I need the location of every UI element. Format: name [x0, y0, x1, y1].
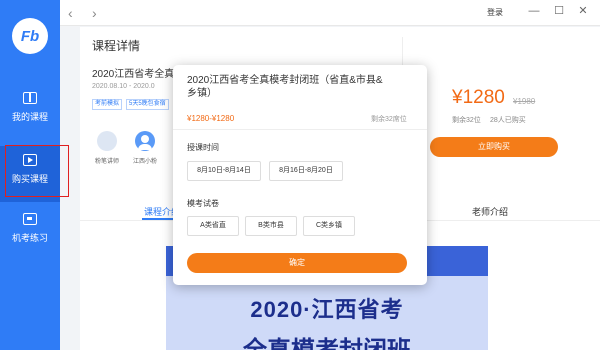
- exam-option[interactable]: B类市县: [245, 216, 297, 236]
- minimize-icon[interactable]: —: [527, 4, 541, 18]
- time-option[interactable]: 8月10日-8月14日: [187, 161, 261, 181]
- remaining-seats: 剩余32席位: [371, 116, 407, 123]
- remaining-seats: 剩余32位: [452, 117, 481, 124]
- forward-icon[interactable]: ›: [92, 5, 97, 21]
- teacher-name: 江西小粉: [132, 159, 157, 165]
- course-price: ¥1280: [452, 87, 505, 108]
- buy-now-button[interactable]: 立即购买: [430, 137, 558, 157]
- maximize-icon[interactable]: ☐: [552, 4, 566, 18]
- divider: [173, 129, 427, 130]
- avatar: [97, 131, 117, 151]
- price-range: ¥1280-¥1280: [187, 114, 235, 123]
- desk-icon: [23, 213, 37, 225]
- teacher-name: 粉笔讲师: [94, 159, 119, 165]
- avatar: [135, 131, 155, 151]
- course-name: 2020江西省考全真: [92, 69, 175, 80]
- sidebar-item-exam-practice[interactable]: 机考练习: [0, 205, 60, 261]
- page-title: 课程详情: [92, 39, 141, 53]
- sidebar-item-label: 我的课程: [11, 112, 48, 122]
- sidebar-item-label: 购买课程: [11, 174, 48, 184]
- app-logo[interactable]: Fb: [12, 18, 48, 54]
- exam-option[interactable]: C类乡镇: [303, 216, 355, 236]
- original-price: ¥1980: [513, 97, 536, 106]
- exam-option[interactable]: A类省直: [187, 216, 239, 236]
- teacher-card[interactable]: 粉笔讲师: [90, 131, 124, 165]
- book-icon: [23, 92, 37, 104]
- course-tag: 5天5晚包食宿: [126, 99, 169, 110]
- popup-title: 2020江西省考全真模考封闭班（省直&市县&乡镇）: [187, 75, 383, 99]
- banner-subline: 全真模考封闭班: [166, 330, 488, 350]
- back-icon[interactable]: ‹: [68, 5, 73, 21]
- course-date: 2020.08.10 - 2020.0: [92, 83, 155, 90]
- purchase-options-popup: 2020江西省考全真模考封闭班（省直&市县&乡镇） ¥1280-¥1280 剩余…: [173, 65, 427, 285]
- sidebar-item-my-courses[interactable]: 我的课程: [0, 84, 60, 140]
- banner-headline: 2020·江西省考: [250, 297, 404, 322]
- play-icon: [23, 154, 37, 166]
- sidebar-item-buy-courses[interactable]: 购买课程: [0, 146, 60, 202]
- close-icon[interactable]: ✕: [576, 4, 590, 18]
- login-link[interactable]: 登录: [487, 7, 503, 18]
- tab-teacher-intro[interactable]: 老师介绍: [472, 205, 508, 218]
- teacher-card[interactable]: 江西小粉: [128, 131, 162, 165]
- section-label-time: 授课时间: [187, 143, 219, 152]
- sidebar-item-label: 机考练习: [11, 233, 48, 243]
- title-bar: ‹ › 登录 — ☐ ✕: [60, 0, 600, 26]
- confirm-button[interactable]: 确定: [187, 253, 407, 273]
- section-label-exam: 模考试卷: [187, 199, 219, 208]
- course-tag: 考前模拟: [92, 99, 123, 110]
- time-option[interactable]: 8月16日-8月20日: [269, 161, 343, 181]
- purchase-count: 28人已购买: [490, 117, 526, 124]
- sidebar: Fb 我的课程 购买课程 机考练习: [0, 0, 60, 350]
